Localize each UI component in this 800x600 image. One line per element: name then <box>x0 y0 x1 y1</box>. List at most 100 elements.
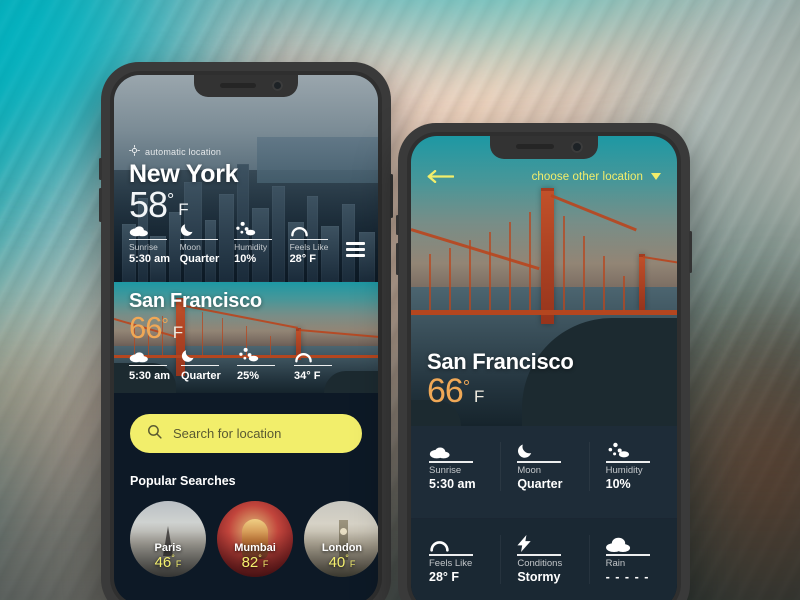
metric-underline <box>129 364 167 367</box>
gg-cable <box>642 256 677 265</box>
popular-searches-title: Popular Searches <box>130 474 236 488</box>
metric-moon[interactable]: Moon Quarter <box>501 442 588 491</box>
hamburger-bar <box>346 248 365 251</box>
metric-label: Moon <box>179 242 201 253</box>
popular-city-london[interactable]: London 40°F <box>304 501 378 577</box>
metric-rain[interactable]: Rain - - - - - <box>590 535 677 584</box>
details-block-primary: Sunrise 5:30 am Moon Quarter Humidity 10… <box>411 426 677 518</box>
phone-mockup-right: choose other location San Francisco 66 °… <box>396 123 692 600</box>
sf-temperature-left: 66 ° F <box>129 312 366 343</box>
metric-moon[interactable]: Moon Quarter <box>179 220 235 266</box>
metric-value: 28° F <box>289 253 316 266</box>
gg-tower-far <box>639 254 645 310</box>
gg-suspender <box>583 236 585 312</box>
new-york-hero-card[interactable]: automatic location New York 58 ° F Sunri… <box>114 75 378 282</box>
details-row-2: Feels Like 28° F Conditions Stormy Rain … <box>411 535 677 585</box>
popular-city-caption: Mumbai 82°F <box>217 542 293 572</box>
metric-underline <box>289 238 328 241</box>
ny-temp-unit: F <box>178 200 189 220</box>
popular-temp-value: 46 <box>154 553 172 571</box>
moon-icon <box>180 220 235 237</box>
hamburger-menu-icon[interactable] <box>346 242 365 257</box>
volume-up-button[interactable] <box>396 215 399 235</box>
left-phone-screen: automatic location New York 58 ° F Sunri… <box>114 75 378 600</box>
volume-up-button[interactable] <box>99 158 102 180</box>
power-button[interactable] <box>390 174 393 218</box>
ny-temp-degree: ° <box>167 190 175 211</box>
popular-temp-value: 82 <box>241 553 259 571</box>
metric-underline <box>294 364 332 367</box>
left-phone-lower-panel: Search for location Popular Searches Par… <box>114 393 378 577</box>
choose-other-location-button[interactable]: choose other location <box>532 171 661 183</box>
metric-value: Stormy <box>517 569 561 584</box>
metric-moon[interactable]: Quarter <box>181 346 237 383</box>
metric-label: Feels Like <box>429 557 473 569</box>
metric-value: Quarter <box>517 476 563 491</box>
metric-humidity[interactable]: Humidity 10% <box>590 442 677 491</box>
ny-temperature: 58 ° F <box>129 187 366 223</box>
phone-notch-left <box>194 75 298 97</box>
power-button[interactable] <box>689 231 692 273</box>
feels-like-icon <box>429 535 500 552</box>
metric-value: Quarter <box>181 370 221 383</box>
search-input[interactable]: Search for location <box>130 414 362 453</box>
san-francisco-card-left[interactable]: San Francisco 66 ° F 5:30 am Quarter 25%… <box>114 282 378 393</box>
metric-value: 5:30 am <box>429 476 476 491</box>
ny-metrics-row: Sunrise 5:30 am Moon Quarter Humidity 10… <box>129 220 365 266</box>
gg-suspender <box>563 216 565 312</box>
front-camera-icon <box>571 141 583 153</box>
popular-city-name: London <box>321 541 363 554</box>
cloud-sunrise-icon <box>129 220 180 237</box>
popular-city-caption: Paris 46°F <box>130 542 206 572</box>
sf-hero-card-right[interactable]: choose other location San Francisco 66 °… <box>411 136 677 426</box>
metric-sunrise[interactable]: 5:30 am <box>129 346 181 383</box>
gg-suspender <box>623 276 625 312</box>
metric-value: 25% <box>237 370 260 383</box>
hamburger-bar <box>346 242 365 245</box>
volume-down-button[interactable] <box>396 243 399 275</box>
details-block-secondary: Feels Like 28° F Conditions Stormy Rain … <box>411 519 677 600</box>
popular-temp-unit: F <box>262 558 269 569</box>
metric-label: Humidity <box>605 464 643 476</box>
popular-city-name: Paris <box>154 541 182 554</box>
gg-suspender <box>529 212 531 312</box>
metric-underline <box>517 461 562 463</box>
popular-temp-degree: ° <box>345 552 349 563</box>
search-icon <box>146 423 163 445</box>
metric-sunrise[interactable]: Sunrise 5:30 am <box>411 442 500 491</box>
gg-suspender <box>469 240 471 312</box>
gg-tower-near <box>541 188 554 324</box>
metric-value: 5:30 am <box>129 253 170 266</box>
humidity-icon <box>234 220 289 237</box>
metric-feels-like[interactable]: Feels Like 28° F <box>411 535 500 584</box>
sf-temp-degree: ° <box>462 377 471 398</box>
lightning-icon <box>517 535 588 552</box>
metric-humidity[interactable]: Humidity 10% <box>234 220 289 266</box>
popular-city-mumbai[interactable]: Mumbai 82°F <box>217 501 293 577</box>
metric-feels-like[interactable]: 34° F <box>294 346 352 383</box>
back-arrow-icon[interactable] <box>427 170 454 183</box>
sf-metrics-row-left: 5:30 am Quarter 25% 34° F <box>129 346 365 383</box>
popular-city-paris[interactable]: Paris 46°F <box>130 501 206 577</box>
metric-humidity[interactable]: 25% <box>237 346 294 383</box>
metric-label: Humidity <box>234 242 268 253</box>
popular-temp-value: 40 <box>328 553 346 571</box>
metric-value: - - - - - <box>605 569 650 584</box>
metric-label: Feels Like <box>289 242 329 253</box>
automatic-location-label: automatic location <box>145 146 222 157</box>
metric-value: 10% <box>605 476 631 491</box>
volume-down-button[interactable] <box>99 188 102 222</box>
sf-temp-unit: F <box>474 387 485 407</box>
metric-underline <box>234 238 273 241</box>
automatic-location-row[interactable]: automatic location <box>129 145 366 158</box>
sf-temp-degree: ° <box>161 315 169 335</box>
sf-temperature-right: 66 ° F <box>427 375 574 409</box>
metric-conditions[interactable]: Conditions Stormy <box>501 535 588 584</box>
metric-feels-like[interactable]: Feels Like 28° F <box>289 220 346 266</box>
metric-sunrise[interactable]: Sunrise 5:30 am <box>129 220 180 266</box>
popular-searches-list: Paris 46°F Mumbai 82°F London 40°F <box>130 501 378 577</box>
metric-label: Moon <box>517 464 542 476</box>
moon-icon <box>181 346 237 363</box>
metric-underline <box>517 554 562 556</box>
popular-city-temp: 82°F <box>217 553 293 572</box>
